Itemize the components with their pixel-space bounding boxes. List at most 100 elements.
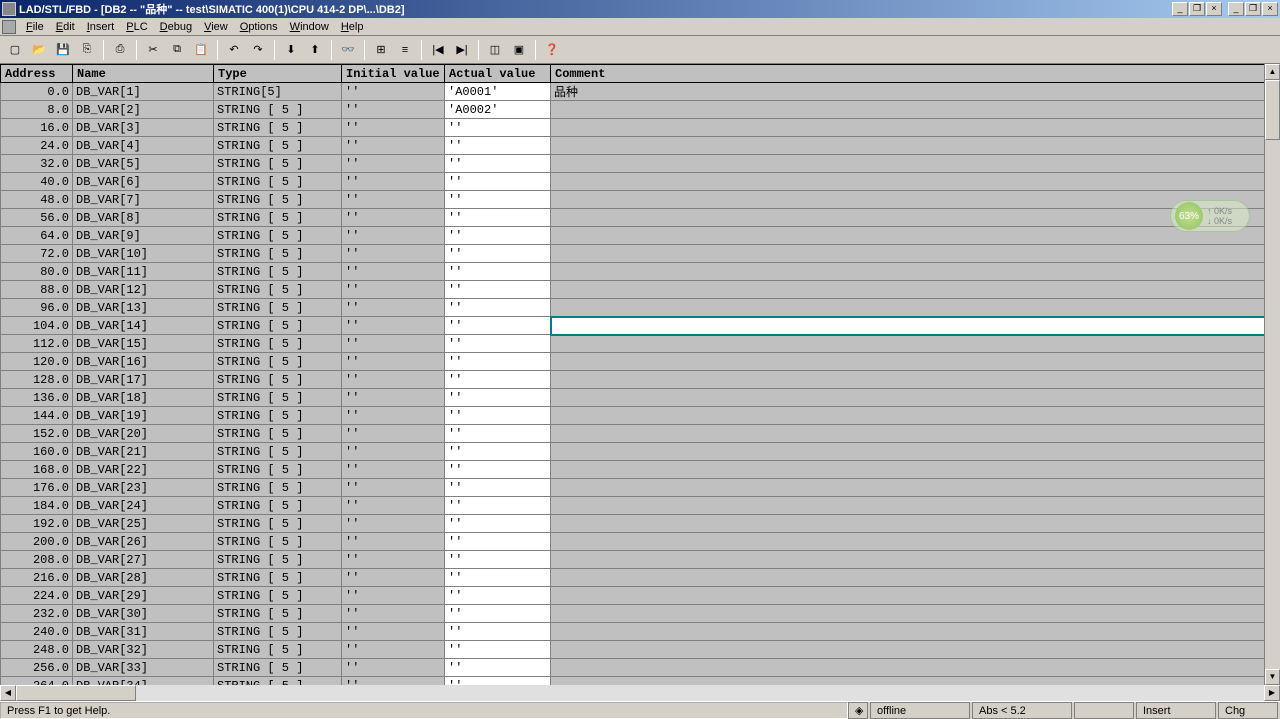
cell-address[interactable]: 264.0 — [1, 677, 73, 686]
cell-comment[interactable] — [551, 191, 1280, 209]
table-row[interactable]: 56.0DB_VAR[8]STRING [ 5 ]'''' — [1, 209, 1280, 227]
table-row[interactable]: 16.0DB_VAR[3]STRING [ 5 ]'''' — [1, 119, 1280, 137]
mdi-minimize-button[interactable]: _ — [1172, 2, 1188, 16]
minimize-button[interactable]: _ — [1228, 2, 1244, 16]
cell-actual[interactable]: '' — [445, 569, 551, 587]
cell-address[interactable]: 248.0 — [1, 641, 73, 659]
table-row[interactable]: 232.0DB_VAR[30]STRING [ 5 ]'''' — [1, 605, 1280, 623]
cell-type[interactable]: STRING [ 5 ] — [214, 173, 342, 191]
cell-type[interactable]: STRING [ 5 ] — [214, 137, 342, 155]
menu-window[interactable]: Window — [284, 21, 335, 33]
toolbar-save-button[interactable]: 💾 — [52, 39, 74, 61]
cell-comment[interactable] — [551, 407, 1280, 425]
cell-initial[interactable]: '' — [342, 461, 445, 479]
cell-initial[interactable]: '' — [342, 551, 445, 569]
scroll-thumb[interactable] — [1265, 80, 1280, 140]
cell-comment[interactable]: 品种 — [551, 83, 1280, 101]
table-row[interactable]: 40.0DB_VAR[6]STRING [ 5 ]'''' — [1, 173, 1280, 191]
cell-address[interactable]: 128.0 — [1, 371, 73, 389]
cell-initial[interactable]: '' — [342, 533, 445, 551]
cell-name[interactable]: DB_VAR[32] — [73, 641, 214, 659]
cell-name[interactable]: DB_VAR[28] — [73, 569, 214, 587]
cell-comment[interactable] — [551, 551, 1280, 569]
mdi-close-button[interactable]: × — [1206, 2, 1222, 16]
cell-address[interactable]: 80.0 — [1, 263, 73, 281]
cell-type[interactable]: STRING [ 5 ] — [214, 461, 342, 479]
cell-actual[interactable]: '' — [445, 191, 551, 209]
cell-type[interactable]: STRING [ 5 ] — [214, 155, 342, 173]
table-row[interactable]: 96.0DB_VAR[13]STRING [ 5 ]'''' — [1, 299, 1280, 317]
cell-comment[interactable] — [551, 173, 1280, 191]
cell-comment[interactable] — [551, 371, 1280, 389]
scroll-right-button[interactable]: ▶ — [1264, 685, 1280, 701]
cell-name[interactable]: DB_VAR[18] — [73, 389, 214, 407]
cell-comment[interactable] — [551, 299, 1280, 317]
cell-actual[interactable]: '' — [445, 641, 551, 659]
cell-address[interactable]: 8.0 — [1, 101, 73, 119]
cell-name[interactable]: DB_VAR[14] — [73, 317, 214, 335]
cell-actual[interactable]: '' — [445, 299, 551, 317]
cell-name[interactable]: DB_VAR[30] — [73, 605, 214, 623]
cell-name[interactable]: DB_VAR[24] — [73, 497, 214, 515]
cell-actual[interactable]: '' — [445, 137, 551, 155]
toolbar-goto-end-button[interactable]: ▶| — [451, 39, 473, 61]
cell-comment[interactable] — [551, 335, 1280, 353]
cell-name[interactable]: DB_VAR[22] — [73, 461, 214, 479]
menu-plc[interactable]: PLC — [120, 21, 153, 33]
cell-name[interactable]: DB_VAR[23] — [73, 479, 214, 497]
toolbar-open-button[interactable]: 📂 — [28, 39, 50, 61]
toolbar-ref-button[interactable]: ⊞ — [370, 39, 392, 61]
cell-type[interactable]: STRING [ 5 ] — [214, 677, 342, 686]
cell-address[interactable]: 32.0 — [1, 155, 73, 173]
menu-edit[interactable]: Edit — [50, 21, 81, 33]
table-row[interactable]: 160.0DB_VAR[21]STRING [ 5 ]'''' — [1, 443, 1280, 461]
cell-comment[interactable] — [551, 605, 1280, 623]
toolbar-goto-start-button[interactable]: |◀ — [427, 39, 449, 61]
table-row[interactable]: 80.0DB_VAR[11]STRING [ 5 ]'''' — [1, 263, 1280, 281]
close-button[interactable]: × — [1262, 2, 1278, 16]
cell-comment[interactable] — [551, 317, 1280, 335]
cell-type[interactable]: STRING [ 5 ] — [214, 425, 342, 443]
cell-initial[interactable]: '' — [342, 173, 445, 191]
cell-actual[interactable]: '' — [445, 497, 551, 515]
cell-address[interactable]: 24.0 — [1, 137, 73, 155]
table-row[interactable]: 72.0DB_VAR[10]STRING [ 5 ]'''' — [1, 245, 1280, 263]
table-row[interactable]: 32.0DB_VAR[5]STRING [ 5 ]'''' — [1, 155, 1280, 173]
cell-initial[interactable]: '' — [342, 209, 445, 227]
col-header-comment[interactable]: Comment — [551, 65, 1280, 83]
table-row[interactable]: 48.0DB_VAR[7]STRING [ 5 ]'''' — [1, 191, 1280, 209]
col-header-initial[interactable]: Initial value — [342, 65, 445, 83]
cell-actual[interactable]: '' — [445, 371, 551, 389]
cell-type[interactable]: STRING [ 5 ] — [214, 263, 342, 281]
cell-actual[interactable]: '' — [445, 353, 551, 371]
cell-actual[interactable]: '' — [445, 155, 551, 173]
toolbar-window2-button[interactable]: ▣ — [508, 39, 530, 61]
cell-actual[interactable]: '' — [445, 227, 551, 245]
table-row[interactable]: 248.0DB_VAR[32]STRING [ 5 ]'''' — [1, 641, 1280, 659]
cell-address[interactable]: 64.0 — [1, 227, 73, 245]
cell-initial[interactable]: '' — [342, 587, 445, 605]
cell-comment[interactable] — [551, 227, 1280, 245]
table-row[interactable]: 184.0DB_VAR[24]STRING [ 5 ]'''' — [1, 497, 1280, 515]
cell-type[interactable]: STRING [ 5 ] — [214, 479, 342, 497]
cell-name[interactable]: DB_VAR[25] — [73, 515, 214, 533]
cell-initial[interactable]: '' — [342, 317, 445, 335]
cell-actual[interactable]: '' — [445, 461, 551, 479]
cell-actual[interactable]: '' — [445, 173, 551, 191]
cell-name[interactable]: DB_VAR[31] — [73, 623, 214, 641]
cell-initial[interactable]: '' — [342, 515, 445, 533]
cell-name[interactable]: DB_VAR[8] — [73, 209, 214, 227]
cell-actual[interactable]: '' — [445, 587, 551, 605]
cell-type[interactable]: STRING [ 5 ] — [214, 245, 342, 263]
data-table[interactable]: Address Name Type Initial value Actual v… — [0, 64, 1280, 685]
cell-type[interactable]: STRING [ 5 ] — [214, 587, 342, 605]
cell-comment[interactable] — [551, 101, 1280, 119]
cell-name[interactable]: DB_VAR[2] — [73, 101, 214, 119]
cell-address[interactable]: 0.0 — [1, 83, 73, 101]
cell-actual[interactable]: '' — [445, 245, 551, 263]
cell-initial[interactable]: '' — [342, 155, 445, 173]
toolbar-copy-button[interactable]: ⧉ — [166, 39, 188, 61]
table-row[interactable]: 208.0DB_VAR[27]STRING [ 5 ]'''' — [1, 551, 1280, 569]
cell-initial[interactable]: '' — [342, 479, 445, 497]
cell-address[interactable]: 200.0 — [1, 533, 73, 551]
